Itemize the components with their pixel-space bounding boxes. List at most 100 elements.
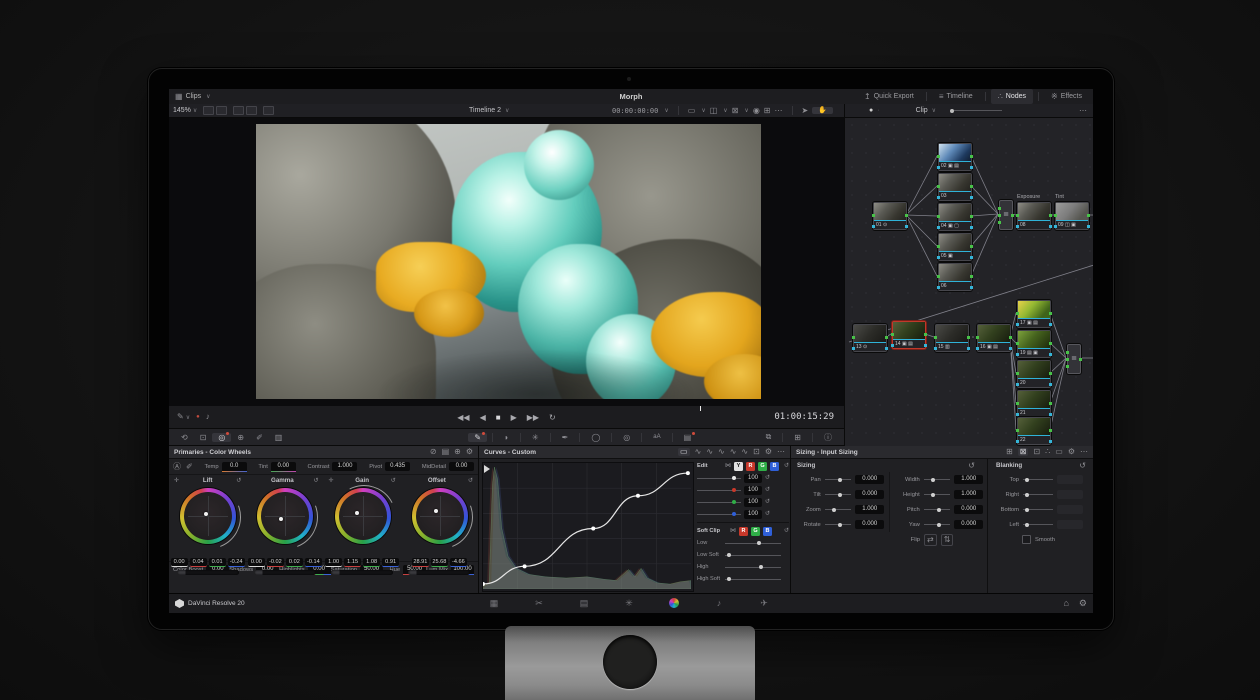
sizing-slider[interactable] <box>924 524 951 525</box>
link-icon[interactable]: ⋈ <box>725 463 731 469</box>
node-key-in-connector[interactable] <box>1016 440 1019 443</box>
wheel-value[interactable]: 0.00 <box>248 558 265 567</box>
monitor-overlay-icon[interactable]: ▭ <box>688 107 696 115</box>
node-key-out-connector[interactable] <box>970 226 973 229</box>
node-key-in-connector[interactable] <box>1016 353 1019 356</box>
adjustment-value-contrast[interactable]: 1.000 <box>332 462 357 471</box>
channel-button-B[interactable]: B <box>770 462 779 471</box>
hand-tool-icon[interactable]: ✋ <box>812 107 833 114</box>
wheel-value[interactable]: 0.00 <box>171 558 188 567</box>
bars-icon[interactable]: ▤ <box>442 448 450 456</box>
soft-clip-slider[interactable] <box>725 567 781 568</box>
sizing-slider-dot[interactable] <box>838 493 842 497</box>
node-graph[interactable]: 01 ⊙02 ▣ ▤0304 ▣ ▢05 ▣06Exposure08Tint09… <box>844 118 1093 446</box>
node-22[interactable]: 22 <box>1017 417 1051 445</box>
sizing-slider[interactable] <box>924 479 951 480</box>
zoom-tool-icon[interactable]: ⊕ <box>231 433 250 442</box>
reset-icon[interactable]: ↺ <box>784 463 789 469</box>
node-zoom-slider[interactable] <box>950 109 1002 113</box>
sizing-mode-4-icon[interactable]: ∴ <box>1045 448 1050 456</box>
node-key-out-connector[interactable] <box>1009 347 1012 350</box>
wheel-value[interactable]: -0.02 <box>267 558 284 567</box>
skip-end-button[interactable]: ▶▶ <box>527 413 539 422</box>
node-input-connector[interactable] <box>937 185 940 188</box>
soft-clip-slider[interactable] <box>725 543 781 544</box>
sizing-value[interactable]: 0.000 <box>855 490 884 499</box>
node-14[interactable]: 14 ▣ ▤ <box>892 321 926 349</box>
flip-vertical-button[interactable]: ⇅ <box>941 534 954 546</box>
node-input-connector[interactable] <box>937 155 940 158</box>
node-output-connector[interactable] <box>905 214 908 217</box>
blanking-slider[interactable] <box>1023 509 1053 510</box>
circle-select-tool-icon[interactable]: ◎ <box>212 433 231 442</box>
page-color[interactable] <box>659 598 689 610</box>
node-key-in-connector[interactable] <box>891 344 894 347</box>
mixer-input-connector[interactable] <box>1066 351 1069 354</box>
node-key-in-connector[interactable] <box>937 226 940 229</box>
sizing-slider[interactable] <box>825 479 852 480</box>
node-16[interactable]: 16 ▣ ▤ <box>977 324 1011 352</box>
node-key-in-connector[interactable] <box>1016 413 1019 416</box>
channel-slider-dot[interactable] <box>732 488 736 492</box>
expand-icon[interactable]: ⊡ <box>753 448 760 456</box>
qualifier-icon[interactable]: ◗ <box>498 433 515 442</box>
node-input-connector[interactable] <box>1054 214 1057 217</box>
node-output-connector[interactable] <box>885 336 888 339</box>
flip-horizontal-button[interactable]: ⇄ <box>924 534 937 546</box>
blanking-value[interactable] <box>1057 490 1083 499</box>
quick-export-button[interactable]: ↥Quick Export <box>857 89 921 104</box>
mixer-node-m2[interactable]: ≣ <box>1067 344 1081 374</box>
soft-channel-button-R[interactable]: R <box>739 527 748 536</box>
node-key-in-connector[interactable] <box>1016 383 1019 386</box>
node-output-connector[interactable] <box>970 155 973 158</box>
soft-channel-button-B[interactable]: B <box>763 527 772 536</box>
crop-frame-icon[interactable]: ⊡ <box>194 433 213 442</box>
sizing-value[interactable]: 1.000 <box>954 475 983 484</box>
sizing-slider-dot[interactable] <box>832 508 836 512</box>
playhead-tick[interactable] <box>700 406 701 411</box>
node-13[interactable]: 13 ⊙ <box>853 324 887 352</box>
settings-icon[interactable]: ⚙ <box>466 448 473 456</box>
node-06[interactable]: 06 <box>938 263 972 291</box>
blanking-slider[interactable] <box>1023 494 1053 495</box>
node-key-out-connector[interactable] <box>970 196 973 199</box>
node-key-out-connector[interactable] <box>1087 225 1090 228</box>
reset-icon[interactable]: ↺ <box>313 478 318 484</box>
channel-slider-dot[interactable] <box>732 476 736 480</box>
viewer-timecode[interactable]: 00:00:00:00 <box>612 107 658 115</box>
effects-button[interactable]: ※Effects <box>1044 89 1089 104</box>
wheel-master-slider[interactable] <box>254 570 316 575</box>
channel-slider-dot[interactable] <box>732 512 736 516</box>
channel-value[interactable]: 100 <box>744 474 762 483</box>
node-key-in-connector[interactable] <box>937 196 940 199</box>
sizing-value[interactable]: 1.000 <box>954 490 983 499</box>
node-key-out-connector[interactable] <box>970 166 973 169</box>
blanking-slider-dot[interactable] <box>1025 493 1029 497</box>
dot-indicator-2[interactable]: · <box>877 107 879 114</box>
node-key-out-connector[interactable] <box>1049 353 1052 356</box>
node-key-in-connector[interactable] <box>1054 225 1057 228</box>
wheel-value[interactable]: 28.91 <box>412 558 429 567</box>
sizing-value[interactable]: 1.000 <box>855 505 884 514</box>
blanking-slider[interactable] <box>1023 479 1053 480</box>
channel-value[interactable]: 100 <box>744 510 762 519</box>
node-output-connector[interactable] <box>1009 336 1012 339</box>
node-key-in-connector[interactable] <box>872 225 875 228</box>
channel-slider[interactable] <box>697 478 741 479</box>
page-media[interactable]: ▦ <box>479 598 509 610</box>
page-fusion[interactable]: ✳ <box>614 598 644 610</box>
wheel-value[interactable]: 0.04 <box>190 558 207 567</box>
node-input-connector[interactable] <box>1016 372 1019 375</box>
node-key-in-connector[interactable] <box>937 286 940 289</box>
node-19[interactable]: 19 ▤ ▣ <box>1017 330 1051 358</box>
curve-custom-icon[interactable]: ▭ <box>678 448 690 456</box>
node-02[interactable]: 02 ▣ ▤ <box>938 143 972 171</box>
window-target-icon[interactable]: ◎ <box>617 433 636 442</box>
node-01[interactable]: 01 ⊙ <box>873 202 907 230</box>
adjustment-value-tint[interactable]: 0.00 <box>271 462 296 472</box>
mixer-input-connector[interactable] <box>1066 358 1069 361</box>
wheel-value[interactable]: 1.00 <box>325 558 342 567</box>
wheel-value[interactable]: -0.14 <box>305 558 322 567</box>
clip-stack-icon[interactable]: ⧉ <box>760 432 778 442</box>
curve-sat-sat-icon[interactable]: ∿ <box>741 448 748 456</box>
